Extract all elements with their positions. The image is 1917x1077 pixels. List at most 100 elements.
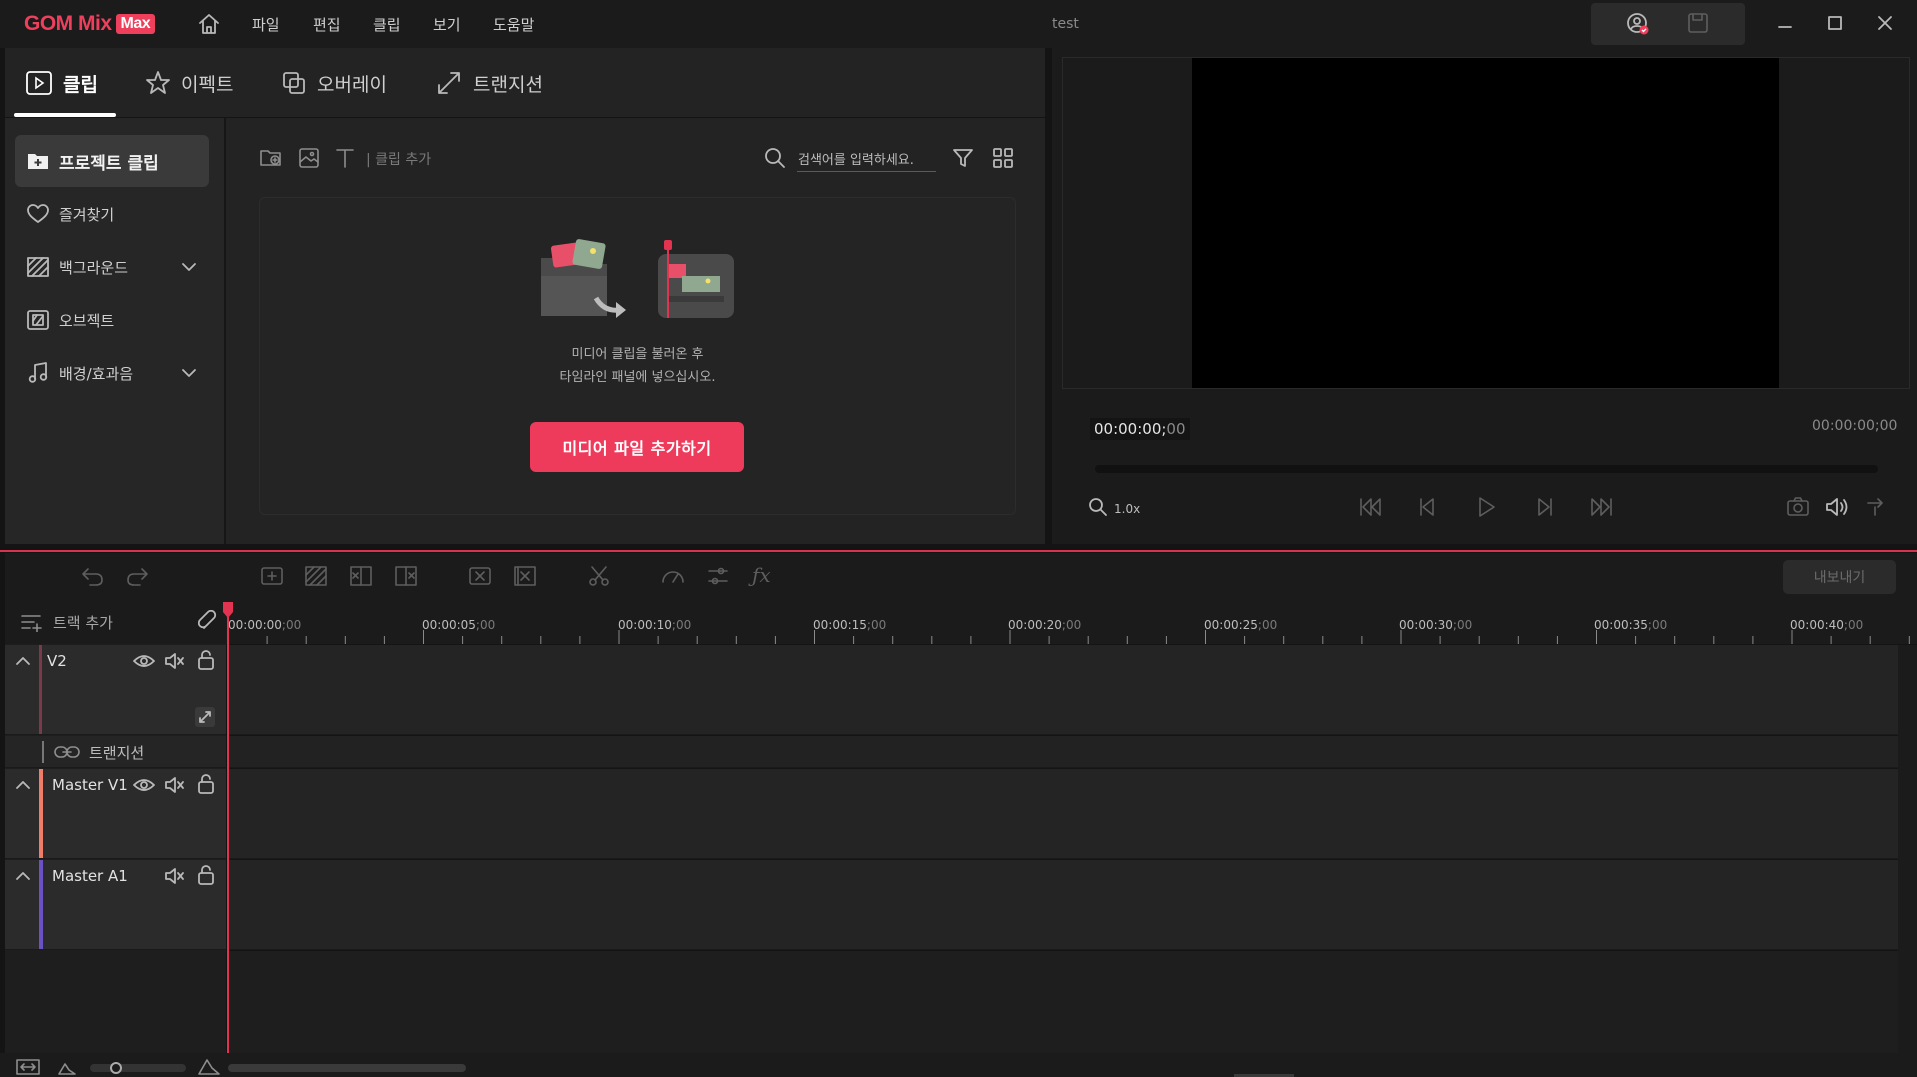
filter-icon[interactable] — [951, 146, 975, 170]
track-name: V2 — [47, 652, 67, 670]
save-icon[interactable] — [1687, 12, 1709, 34]
menu-file[interactable]: 파일 — [252, 14, 280, 35]
document-title: test — [1052, 16, 1079, 32]
eye-icon[interactable] — [133, 653, 155, 669]
redo-icon[interactable] — [124, 565, 150, 587]
track-color-bar — [39, 645, 42, 734]
overlay-icon — [281, 70, 307, 96]
mute-icon[interactable] — [164, 776, 186, 794]
tab-overlay[interactable]: 오버레이 — [281, 68, 387, 98]
add-media-file-button[interactable]: 미디어 파일 추가하기 — [530, 422, 744, 472]
playhead-handle[interactable] — [223, 602, 233, 618]
current-timecode: 00:00:00;00 — [1090, 418, 1190, 440]
panel-divider[interactable] — [0, 550, 1917, 552]
chevron-down-icon[interactable] — [181, 365, 197, 381]
sidebar-item-label: 오브젝트 — [59, 311, 115, 330]
search-icon[interactable] — [763, 146, 787, 170]
sidebar-item-label: 즐겨찾기 — [59, 205, 115, 224]
eye-icon[interactable] — [133, 777, 155, 793]
tab-clip[interactable]: 클립 — [25, 68, 98, 98]
add-image-icon[interactable] — [297, 146, 321, 170]
skip-to-start-icon[interactable] — [1358, 496, 1384, 518]
cut-icon[interactable] — [587, 565, 611, 587]
tab-effect[interactable]: 이펙트 — [145, 68, 233, 98]
split-left-icon[interactable] — [349, 565, 373, 587]
add-track-label[interactable]: 트랙 추가 — [53, 612, 113, 633]
ripple-delete-icon[interactable] — [513, 565, 537, 587]
add-folder-icon[interactable] — [259, 146, 283, 170]
horizontal-scrollbar[interactable] — [228, 1064, 466, 1072]
transition-track-header[interactable]: 트랜지션 — [5, 736, 226, 768]
mute-icon[interactable] — [164, 652, 186, 670]
track-header-master-a1[interactable]: Master A1 — [5, 860, 226, 950]
track-header-master-v1[interactable]: Master V1 — [5, 769, 226, 859]
track-name: Master V1 — [52, 776, 128, 794]
grid-view-icon[interactable] — [991, 146, 1015, 170]
delete-clip-icon[interactable] — [468, 565, 492, 587]
tab-transition[interactable]: 트랜지션 — [435, 68, 543, 98]
close-icon[interactable] — [1876, 14, 1894, 32]
menu-edit[interactable]: 편집 — [313, 14, 341, 35]
collapse-icon[interactable] — [15, 869, 31, 883]
sidebar-item-object[interactable]: 오브젝트 — [15, 294, 209, 346]
search-input[interactable]: 검색어를 입력하세요. — [798, 149, 914, 168]
account-icon[interactable] — [1626, 12, 1650, 36]
background-clip-icon[interactable] — [304, 565, 328, 587]
track-lane-transition[interactable] — [228, 736, 1898, 768]
maximize-icon[interactable] — [1826, 14, 1844, 32]
menu-help[interactable]: 도움말 — [493, 14, 534, 35]
next-frame-icon[interactable] — [1532, 496, 1556, 518]
zoom-icon[interactable] — [1088, 497, 1108, 517]
fx-icon[interactable]: ƒx — [752, 563, 771, 587]
sidebar-item-project-clip[interactable]: 프로젝트 클립 — [15, 135, 209, 187]
zoom-out-icon[interactable] — [57, 1060, 77, 1076]
timeline-empty-area[interactable] — [228, 951, 1898, 1053]
skip-to-end-icon[interactable] — [1588, 496, 1614, 518]
track-lane-v2[interactable] — [228, 645, 1898, 735]
zoom-slider-handle[interactable] — [110, 1062, 122, 1074]
lock-icon[interactable] — [197, 774, 215, 794]
volume-icon[interactable] — [1825, 497, 1849, 517]
music-note-icon — [27, 362, 49, 384]
sidebar-item-favorites[interactable]: 즐겨찾기 — [15, 188, 209, 240]
undo-icon[interactable] — [80, 565, 106, 587]
add-text-icon[interactable] — [334, 146, 356, 170]
snapshot-icon[interactable] — [1786, 497, 1810, 517]
collapse-icon[interactable] — [15, 778, 31, 792]
chevron-down-icon[interactable] — [181, 259, 197, 275]
home-icon[interactable] — [197, 12, 221, 36]
export-button[interactable]: 내보내기 — [1783, 560, 1896, 594]
current-timecode-main: 00:00:00; — [1094, 420, 1167, 438]
play-icon[interactable] — [1475, 496, 1497, 518]
lock-icon[interactable] — [197, 650, 215, 670]
collapse-icon[interactable] — [15, 654, 31, 668]
menu-view[interactable]: 보기 — [433, 14, 461, 35]
ruler-label-0: 00:00:00;00 — [228, 618, 302, 632]
ruler-ticks — [227, 630, 1910, 644]
zoom-level[interactable]: 1.0x — [1114, 502, 1140, 516]
fullscreen-icon[interactable] — [1865, 497, 1887, 517]
minimize-icon[interactable] — [1776, 14, 1794, 32]
split-right-icon[interactable] — [394, 565, 418, 587]
track-lane-master-v1[interactable] — [228, 769, 1898, 859]
track-lane-master-a1[interactable] — [228, 860, 1898, 950]
sidebar-item-background[interactable]: 백그라운드 — [15, 241, 209, 293]
track-transition-icon[interactable] — [195, 707, 215, 727]
fit-timeline-icon[interactable] — [16, 1058, 40, 1076]
adjust-icon[interactable] — [706, 565, 730, 587]
previous-frame-icon[interactable] — [1416, 496, 1440, 518]
add-track-icon[interactable] — [20, 612, 42, 632]
track-color-bar — [39, 860, 43, 949]
mute-icon[interactable] — [164, 867, 186, 885]
preview-seek-bar[interactable] — [1095, 465, 1878, 473]
menu-clip[interactable]: 클립 — [373, 14, 401, 35]
magnet-snap-icon[interactable] — [198, 610, 220, 632]
track-header-v2[interactable]: V2 — [5, 645, 226, 735]
speed-icon[interactable] — [660, 565, 686, 587]
zoom-in-icon[interactable] — [197, 1056, 221, 1076]
insert-clip-icon[interactable] — [260, 565, 284, 587]
sidebar-item-bgm-sfx[interactable]: 배경/효과음 — [15, 347, 209, 399]
lock-icon[interactable] — [197, 865, 215, 885]
vertical-scrollbar[interactable] — [1898, 645, 1917, 1053]
zoom-slider[interactable] — [90, 1064, 186, 1072]
